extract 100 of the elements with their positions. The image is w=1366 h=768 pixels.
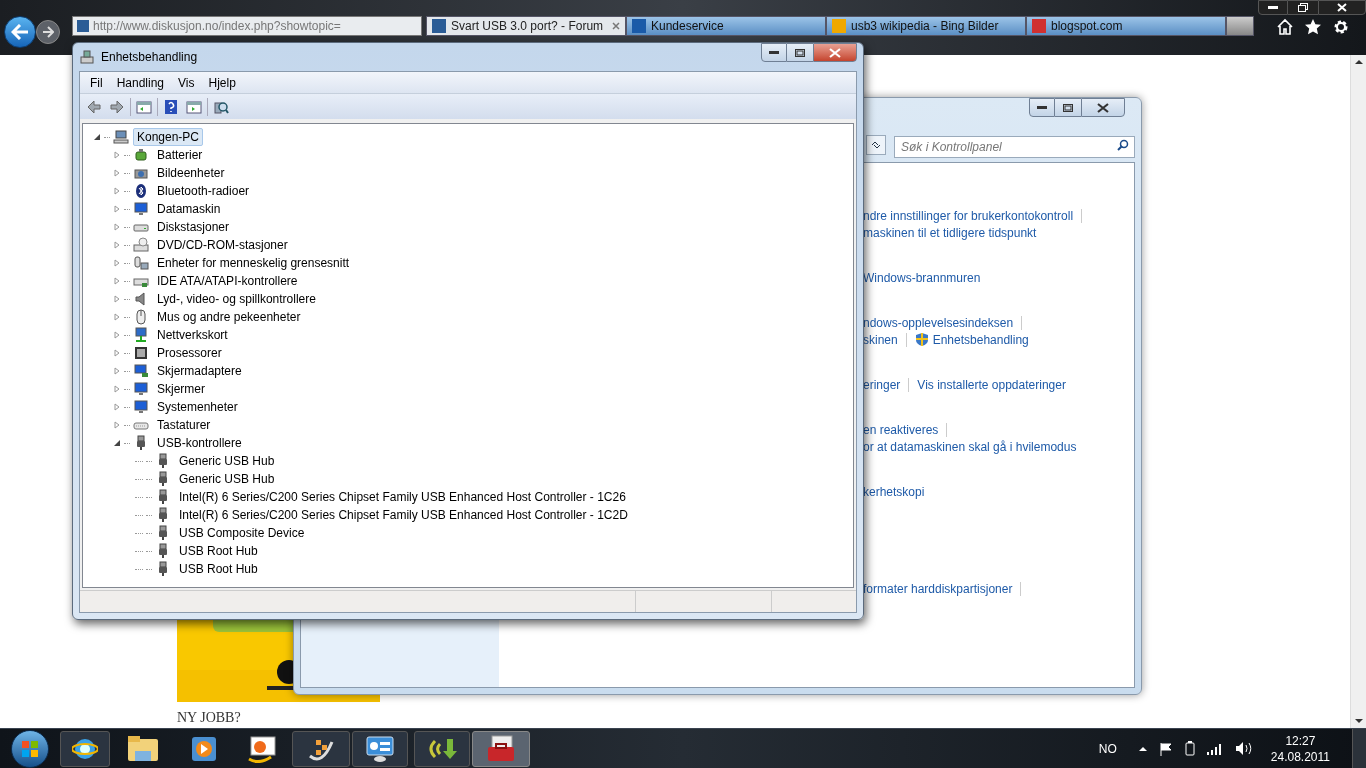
volume-icon[interactable] bbox=[1234, 741, 1253, 756]
tree-item[interactable]: Generic USB Hub bbox=[175, 470, 279, 488]
minimize-button[interactable] bbox=[1258, 0, 1288, 15]
link[interactable]: formater harddiskpartisjoner bbox=[863, 579, 1013, 598]
close-button[interactable] bbox=[1318, 0, 1366, 15]
menu-item[interactable]: Handling bbox=[110, 73, 171, 92]
tree-item[interactable]: Intel(R) 6 Series/C200 Series Chipset Family USB Enhanced Host Controller - 1C26 bbox=[175, 488, 630, 506]
home-icon[interactable] bbox=[1276, 18, 1294, 36]
taskbar-button[interactable] bbox=[414, 730, 470, 767]
media-player-icon[interactable] bbox=[190, 734, 218, 763]
address-field[interactable]: http://www.diskusjon.no/index.php?showtopic= bbox=[72, 16, 422, 36]
new-tab-button[interactable] bbox=[1226, 16, 1254, 36]
restore-button[interactable] bbox=[1288, 0, 1318, 15]
link[interactable]: Windows-brannmuren bbox=[863, 268, 981, 287]
tree-item[interactable]: USB Root Hub bbox=[175, 560, 262, 578]
monitor-icon bbox=[133, 399, 149, 415]
monitor-icon bbox=[133, 201, 149, 217]
tree-item[interactable]: USB Root Hub bbox=[175, 542, 262, 560]
browser-tab[interactable]: blogspot.com bbox=[1026, 16, 1226, 36]
browser-tab[interactable]: Svart USB 3.0 port? - Forum bbox=[426, 16, 626, 36]
folder-icon[interactable] bbox=[127, 734, 159, 763]
battery-icon bbox=[133, 147, 149, 163]
tree-item[interactable]: Datamaskin bbox=[153, 200, 225, 218]
tree-item[interactable]: Enheter for menneskelig grensesnitt bbox=[153, 254, 354, 272]
link[interactable]: ndre innstillinger for brukerkontokontroll bbox=[863, 206, 1074, 225]
menu-item[interactable]: Vis bbox=[172, 73, 201, 92]
input-device-icon bbox=[133, 255, 149, 271]
photos-icon[interactable] bbox=[247, 734, 277, 763]
tree-item[interactable]: Bildeenheter bbox=[153, 164, 229, 182]
tree-item[interactable]: Bluetooth-radioer bbox=[153, 182, 254, 200]
action-pane-icon bbox=[186, 98, 202, 115]
flag-icon[interactable] bbox=[1158, 741, 1173, 756]
browser-tab[interactable]: usb3 wikipedia - Bing Bilder bbox=[826, 16, 1026, 36]
minimize-button[interactable] bbox=[1029, 98, 1055, 117]
help-icon bbox=[163, 98, 179, 115]
expand-arrow-icon[interactable] bbox=[93, 133, 101, 141]
tab-title: blogspot.com bbox=[1051, 18, 1124, 35]
toolbox-icon bbox=[486, 734, 516, 763]
tree-item[interactable]: Skjermadaptere bbox=[153, 362, 246, 380]
back-arrow-icon bbox=[11, 24, 29, 40]
tree-item[interactable]: Diskstasjoner bbox=[153, 218, 234, 236]
link[interactable]: en reaktiveres bbox=[863, 420, 939, 439]
start-button[interactable] bbox=[11, 729, 49, 768]
maximize-button[interactable] bbox=[1055, 98, 1081, 117]
tree-item[interactable]: Generic USB Hub bbox=[175, 452, 279, 470]
taskbar-button[interactable] bbox=[60, 730, 110, 767]
tree-item[interactable]: USB Composite Device bbox=[175, 524, 309, 542]
tree-item[interactable]: Batterier bbox=[153, 146, 207, 164]
show-hidden-icons-arrow[interactable] bbox=[1138, 746, 1147, 751]
signal-bars-icon[interactable] bbox=[1206, 742, 1223, 755]
display-adapter-icon bbox=[133, 363, 149, 379]
link[interactable]: Enhetsbehandling bbox=[932, 330, 1029, 349]
tree-item[interactable]: IDE ATA/ATAPI-kontrollere bbox=[153, 272, 302, 290]
minimize-icon bbox=[1268, 6, 1278, 9]
tree-item[interactable]: Lyd-, video- og spillkontrollere bbox=[153, 290, 320, 308]
settings-icon[interactable] bbox=[1332, 18, 1350, 36]
refresh-button[interactable] bbox=[866, 135, 886, 155]
scroll-up-icon[interactable] bbox=[1354, 59, 1363, 64]
tree-item[interactable]: USB-kontrollere bbox=[153, 434, 246, 452]
tree-item[interactable]: Intel(R) 6 Series/C200 Series Chipset Family USB Enhanced Host Controller - 1C2D bbox=[175, 506, 632, 524]
menu-item[interactable]: Fil bbox=[84, 73, 109, 92]
tree-item[interactable]: Kongen-PC bbox=[133, 128, 204, 146]
close-button[interactable] bbox=[1081, 98, 1125, 117]
browser-tab[interactable]: Kundeservice bbox=[626, 16, 826, 36]
clock-button[interactable]: 12:27 24.08.2011 bbox=[1270, 732, 1330, 765]
maximize-button[interactable] bbox=[787, 43, 813, 62]
tree-item[interactable]: Mus og andre pekeenheter bbox=[153, 308, 305, 326]
link[interactable]: ndows-opplevelsesindeksen bbox=[863, 313, 1014, 332]
control-panel-icon bbox=[365, 734, 395, 763]
tree-item[interactable]: Prosessorer bbox=[153, 344, 226, 362]
link[interactable]: Vis installerte oppdateringer bbox=[917, 375, 1066, 394]
back-arrow-icon bbox=[86, 98, 102, 115]
menu-item[interactable]: Hjelp bbox=[202, 73, 242, 92]
link[interactable]: maskinen til et tidligere tidspunkt bbox=[863, 223, 1037, 242]
taskbar-button[interactable] bbox=[472, 730, 530, 767]
taskbar-button[interactable] bbox=[292, 730, 350, 767]
close-icon bbox=[1337, 3, 1347, 12]
taskbar-button[interactable] bbox=[352, 730, 408, 767]
tree-item[interactable]: Nettverkskort bbox=[153, 326, 232, 344]
close-icon bbox=[829, 47, 841, 58]
minimize-button[interactable] bbox=[761, 43, 787, 62]
battery-icon[interactable] bbox=[1184, 741, 1195, 756]
tree-item[interactable]: Tastaturer bbox=[153, 416, 215, 434]
close-icon[interactable] bbox=[612, 22, 620, 30]
search-field[interactable]: Søk i Kontrollpanel bbox=[894, 136, 1135, 158]
star-icon[interactable] bbox=[1304, 18, 1322, 36]
tree-item[interactable]: Skjermer bbox=[153, 380, 209, 398]
forward-button[interactable] bbox=[36, 20, 60, 44]
link[interactable]: eringer bbox=[863, 375, 901, 394]
expand-arrow-icon[interactable] bbox=[113, 439, 121, 447]
scroll-down-icon[interactable] bbox=[1354, 719, 1363, 724]
link[interactable]: skinen bbox=[863, 330, 898, 349]
back-button[interactable] bbox=[4, 16, 36, 48]
link[interactable]: or at datamaskinen skal gå i hvilemodus bbox=[863, 437, 1077, 456]
tree-item[interactable]: Systemenheter bbox=[153, 398, 242, 416]
language-indicator[interactable]: NO bbox=[1098, 739, 1117, 758]
minimize-icon bbox=[1037, 105, 1047, 110]
tree-item[interactable]: DVD/CD-ROM-stasjoner bbox=[153, 236, 292, 254]
link[interactable]: kerhetskopi bbox=[863, 482, 925, 501]
maximize-icon bbox=[795, 48, 805, 57]
